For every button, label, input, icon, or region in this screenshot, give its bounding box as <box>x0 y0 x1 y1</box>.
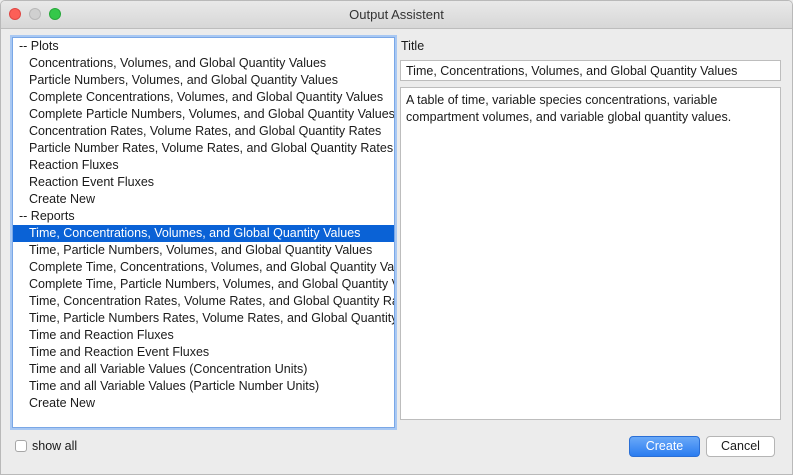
list-item[interactable]: Time, Concentrations, Volumes, and Globa… <box>13 225 394 242</box>
cancel-button[interactable]: Cancel <box>706 436 775 457</box>
list-item[interactable]: Concentration Rates, Volume Rates, and G… <box>13 123 394 140</box>
create-button[interactable]: Create <box>629 436 700 457</box>
list-item[interactable]: Time and all Variable Values (Concentrat… <box>13 361 394 378</box>
list-section-header[interactable]: -- Reports <box>13 208 394 225</box>
list-item[interactable]: Complete Concentrations, Volumes, and Gl… <box>13 89 394 106</box>
title-bar: Output Assistent <box>1 1 792 29</box>
output-assistent-window: Output Assistent -- Plots Concentrations,… <box>0 0 793 475</box>
title-label: Title <box>401 39 425 53</box>
list-item[interactable]: Time, Particle Numbers Rates, Volume Rat… <box>13 310 394 327</box>
description-textarea[interactable]: A table of time, variable species concen… <box>400 87 781 420</box>
list-section-header[interactable]: -- Plots <box>13 38 394 55</box>
list-item[interactable]: Complete Time, Particle Numbers, Volumes… <box>13 276 394 293</box>
list-item[interactable]: Time, Particle Numbers, Volumes, and Glo… <box>13 242 394 259</box>
window-title: Output Assistent <box>349 7 444 22</box>
list-item[interactable]: Time and Reaction Event Fluxes <box>13 344 394 361</box>
list-item[interactable]: Particle Number Rates, Volume Rates, and… <box>13 140 394 157</box>
list-item[interactable]: Create New <box>13 191 394 208</box>
list-item[interactable]: Concentrations, Volumes, and Global Quan… <box>13 55 394 72</box>
list-item[interactable]: Time and Reaction Fluxes <box>13 327 394 344</box>
output-list[interactable]: -- Plots Concentrations, Volumes, and Glo… <box>12 37 395 428</box>
list-item[interactable]: Reaction Fluxes <box>13 157 394 174</box>
list-item[interactable]: Particle Numbers, Volumes, and Global Qu… <box>13 72 394 89</box>
list-item[interactable]: Time, Concentration Rates, Volume Rates,… <box>13 293 394 310</box>
title-input[interactable] <box>400 60 781 81</box>
show-all-label: show all <box>32 439 78 453</box>
list-item[interactable]: Complete Time, Concentrations, Volumes, … <box>13 259 394 276</box>
list-item[interactable]: Complete Particle Numbers, Volumes, and … <box>13 106 394 123</box>
list-item[interactable]: Reaction Event Fluxes <box>13 174 394 191</box>
list-item[interactable]: Create New <box>13 395 394 412</box>
checkbox-box[interactable] <box>15 440 27 452</box>
list-item[interactable]: Time and all Variable Values (Particle N… <box>13 378 394 395</box>
show-all-checkbox[interactable]: show all <box>15 438 77 454</box>
